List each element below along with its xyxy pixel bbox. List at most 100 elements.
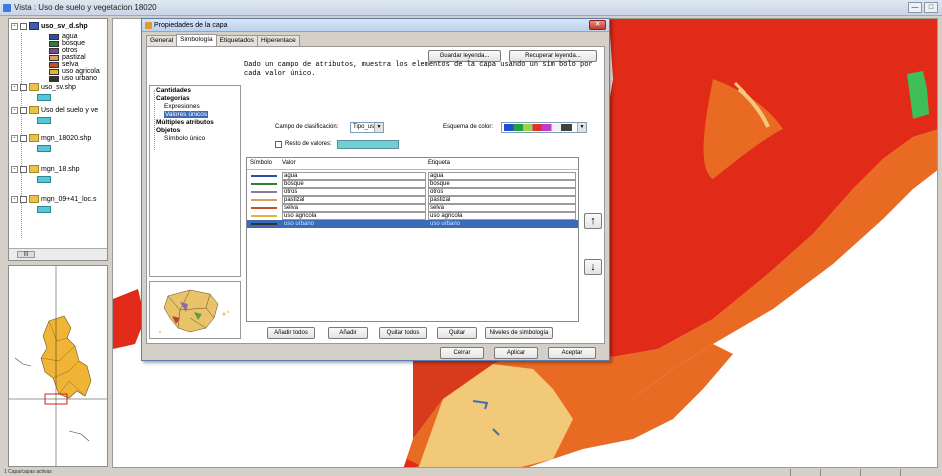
cell-value[interactable]: selva <box>282 204 426 212</box>
scroll-thumb[interactable]: ||| <box>17 251 35 258</box>
tree-item-single-symbol[interactable]: Símbolo único <box>164 135 205 142</box>
layer-visibility-checkbox[interactable] <box>20 106 27 114</box>
symbols-table[interactable]: Símbolo Valor Etiqueta agua agua bosque … <box>246 157 579 322</box>
collapse-icon[interactable]: - <box>11 134 18 142</box>
line-symbol[interactable] <box>251 183 277 185</box>
toc-legend-label: selva <box>62 61 79 68</box>
toc-layer-name[interactable]: mgn_09+41_loc.s <box>41 196 96 203</box>
table-row-selected[interactable]: uso urbano uso urbano <box>247 220 578 228</box>
tree-item-multiple-attributes[interactable]: Múltiples atributos <box>156 119 214 126</box>
toc-layer-row[interactable]: - Uso del suelo y ve <box>11 106 98 114</box>
layer-visibility-checkbox[interactable] <box>20 195 27 203</box>
line-symbol[interactable] <box>251 191 277 193</box>
toc-legend-item: uso agricola <box>49 68 100 75</box>
table-row[interactable]: otros otros <box>247 188 578 196</box>
tree-item-categories[interactable]: Categorías <box>156 95 190 102</box>
tree-item-unique-values[interactable]: Valores únicos <box>164 111 209 118</box>
layer-visibility-checkbox[interactable] <box>20 165 27 173</box>
maximize-button[interactable]: □ <box>924 2 938 13</box>
cell-label[interactable]: agua <box>428 172 576 180</box>
cell-value[interactable]: pastizal <box>282 196 426 204</box>
line-symbol[interactable] <box>251 223 277 225</box>
layer-visibility-checkbox[interactable] <box>20 83 27 91</box>
table-row[interactable]: selva selva <box>247 204 578 212</box>
close-button[interactable]: Cerrar <box>440 347 484 359</box>
minimize-button[interactable]: — <box>908 2 922 13</box>
table-row[interactable]: pastizal pastizal <box>247 196 578 204</box>
cell-value[interactable]: bosque <box>282 180 426 188</box>
move-down-button[interactable]: ↓ <box>584 259 602 275</box>
table-row[interactable]: bosque bosque <box>247 180 578 188</box>
cell-label[interactable]: uso urbano <box>428 220 576 228</box>
accept-button[interactable]: Aceptar <box>548 347 596 359</box>
apply-button[interactable]: Aplicar <box>494 347 538 359</box>
rest-of-values-color[interactable] <box>337 140 399 149</box>
line-symbol[interactable] <box>251 215 277 217</box>
tab-symbology[interactable]: Simbología <box>176 34 217 46</box>
layer-icon <box>29 195 39 203</box>
legend-type-tree[interactable]: Cantidades Categorías Expresiones Valore… <box>149 85 241 277</box>
cell-value[interactable]: uso urbano <box>282 220 426 228</box>
toc-layer-name[interactable]: mgn_18.shp <box>41 166 80 173</box>
toc-layer-name[interactable]: uso_sv_d.shp <box>41 23 88 30</box>
toc-layer-name[interactable]: uso_sv.shp <box>41 84 76 91</box>
toc-layer-row[interactable]: - mgn_18.shp <box>11 165 80 173</box>
cell-label[interactable]: pastizal <box>428 196 576 204</box>
add-all-button[interactable]: Añadir todos <box>267 327 315 339</box>
layer-symbol-swatch <box>37 117 51 124</box>
layer-visibility-checkbox[interactable] <box>20 22 27 30</box>
remove-all-button[interactable]: Quitar todos <box>379 327 427 339</box>
toc-layer-row[interactable]: - uso_sv.shp <box>11 83 76 91</box>
layer-toc[interactable]: - uso_sv_d.shp agua bosque otros pastiza… <box>8 18 108 261</box>
rest-of-values-label: Resto de valores: <box>285 141 332 147</box>
table-row[interactable]: agua agua <box>247 172 578 180</box>
color-scheme-select[interactable]: ▼ <box>501 122 587 133</box>
tree-item-expressions[interactable]: Expresiones <box>164 103 200 110</box>
dialog-close-button[interactable]: ✕ <box>589 20 606 30</box>
remove-button[interactable]: Quitar <box>437 327 477 339</box>
dialog-title-bar[interactable]: Propiedades de la capa ✕ <box>142 19 609 32</box>
toc-layer-row[interactable]: - uso_sv_d.shp <box>11 22 88 30</box>
column-header-value: Valor <box>282 160 296 166</box>
cell-value[interactable]: agua <box>282 172 426 180</box>
table-row[interactable]: uso agricola uso agricola <box>247 212 578 220</box>
collapse-icon[interactable]: - <box>11 106 18 114</box>
layer-icon <box>29 22 39 30</box>
layer-symbol-swatch <box>37 94 51 101</box>
toc-layer-row[interactable]: - mgn_09+41_loc.s <box>11 195 96 203</box>
line-symbol[interactable] <box>251 175 277 177</box>
cell-label[interactable]: bosque <box>428 180 576 188</box>
symbology-levels-button[interactable]: Niveles de simbología <box>485 327 553 339</box>
move-up-button[interactable]: ↑ <box>584 213 602 229</box>
collapse-icon[interactable]: - <box>11 195 18 203</box>
cell-value[interactable]: uso agricola <box>282 212 426 220</box>
tab-labeling[interactable]: Etiquetados <box>215 35 258 46</box>
tab-general[interactable]: General <box>146 35 178 46</box>
toc-layer-row[interactable]: - mgn_18020.shp <box>11 134 91 142</box>
line-symbol[interactable] <box>251 207 277 209</box>
collapse-icon[interactable]: - <box>11 83 18 91</box>
collapse-icon[interactable]: - <box>11 22 18 30</box>
locator-map[interactable] <box>8 265 108 467</box>
toc-layer-name[interactable]: Uso del suelo y ve <box>41 107 98 114</box>
chevron-down-icon[interactable]: ▼ <box>374 123 383 132</box>
layer-properties-dialog[interactable]: Propiedades de la capa ✕ General Simbolo… <box>141 18 610 361</box>
cell-value[interactable]: otros <box>282 188 426 196</box>
toc-horizontal-scrollbar[interactable]: ||| <box>9 248 107 260</box>
chevron-down-icon[interactable]: ▼ <box>577 123 586 132</box>
cell-label[interactable]: uso agricola <box>428 212 576 220</box>
classification-field-select[interactable]: Tipo_usv ▼ <box>350 122 384 133</box>
cell-label[interactable]: otros <box>428 188 576 196</box>
line-symbol[interactable] <box>251 199 277 201</box>
cell-label[interactable]: selva <box>428 204 576 212</box>
status-cell <box>790 469 820 476</box>
tab-hyperlink[interactable]: Hiperenlace <box>257 35 300 46</box>
toc-layer-name[interactable]: mgn_18020.shp <box>41 135 91 142</box>
add-button[interactable]: Añadir <box>328 327 368 339</box>
color-scheme-label: Esquema de color: <box>443 124 494 130</box>
layer-visibility-checkbox[interactable] <box>20 134 27 142</box>
rest-of-values-checkbox[interactable] <box>275 141 282 148</box>
tree-item-quantities[interactable]: Cantidades <box>156 87 191 94</box>
tree-item-objects[interactable]: Objetos <box>156 127 180 134</box>
collapse-icon[interactable]: - <box>11 165 18 173</box>
